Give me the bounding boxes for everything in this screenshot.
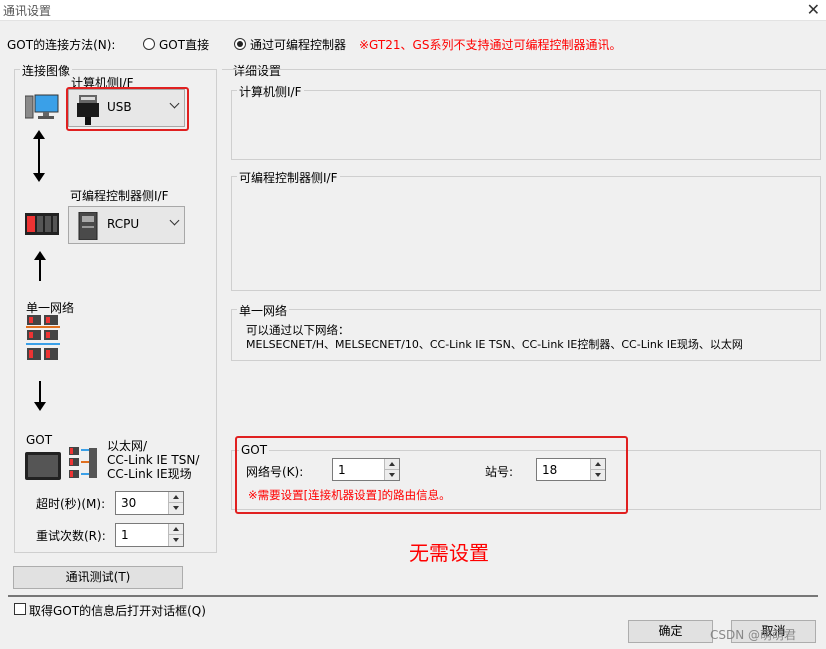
timeout-stepper[interactable]	[115, 491, 184, 515]
ethernet-network-icon	[69, 447, 97, 478]
spin-up-icon[interactable]	[169, 524, 183, 535]
detail-pc-if-box	[231, 90, 821, 160]
detail-plc-if-box	[231, 176, 821, 291]
spin-up-icon[interactable]	[169, 492, 183, 503]
radio-got-direct[interactable]	[143, 38, 155, 50]
window-title: 通讯设置	[3, 4, 52, 18]
pc-if-highlight	[66, 87, 189, 131]
open-dialog-checkbox[interactable]	[14, 603, 26, 615]
detail-plc-if-title: 可编程控制器侧I/F	[237, 169, 340, 186]
ok-button[interactable]: 确定	[628, 620, 713, 643]
rcpu-module-icon	[78, 212, 98, 240]
down-arrow-icon	[34, 381, 46, 411]
detail-title: 详细设置	[231, 62, 284, 79]
network-desc-line2: MELSECNET/H、MELSECNET/10、CC-Link IE TSN、…	[246, 338, 743, 351]
open-dialog-checkbox-label[interactable]: 取得GOT的信息后打开对话框(Q)	[29, 602, 206, 619]
plc-icon	[25, 213, 59, 235]
spin-down-icon[interactable]	[169, 503, 183, 514]
got-settings-highlight	[235, 436, 628, 514]
plc-if-value: RCPU	[107, 217, 140, 231]
timeout-label: 超时(秒)(M):	[36, 497, 106, 511]
computer-icon	[25, 94, 59, 119]
close-icon[interactable]: ✕	[807, 0, 820, 19]
got-panel-icon	[25, 452, 61, 480]
connection-label: GOT的连接方法(N):	[7, 38, 116, 52]
radio-via-plc[interactable]	[234, 38, 246, 50]
spin-down-icon[interactable]	[169, 535, 183, 546]
footer-divider	[8, 595, 818, 597]
detail-divider	[222, 69, 826, 70]
radio-via-plc-label[interactable]: 通过可编程控制器	[250, 36, 346, 53]
network-icon	[26, 315, 60, 360]
connection-image-title: 连接图像	[20, 62, 73, 79]
watermark: CSDN @萌萌君	[710, 628, 797, 642]
bidirectional-arrow-icon	[33, 130, 45, 182]
plc-if-select[interactable]: RCPU	[68, 206, 185, 244]
detail-network-title: 单一网络	[237, 302, 290, 319]
detail-pc-if-title: 计算机侧I/F	[237, 83, 304, 100]
up-arrow-icon	[34, 251, 46, 281]
chevron-down-icon	[169, 215, 180, 226]
connection-notice: ※GT21、GS系列不支持通过可编程控制器通讯。	[359, 38, 622, 52]
radio-got-direct-label[interactable]: GOT直接	[159, 36, 209, 53]
retry-stepper[interactable]	[115, 523, 184, 547]
retry-input[interactable]	[119, 527, 173, 543]
title-bar	[0, 0, 826, 21]
communication-test-button[interactable]: 通讯测试(T)	[13, 566, 183, 589]
annotation-text: 无需设置	[409, 541, 489, 565]
got-network-text: 以太网/ CC-Link IE TSN/ CC-Link IE现场	[107, 439, 200, 481]
got-label: GOT	[26, 433, 53, 447]
plc-if-label: 可编程控制器侧I/F	[70, 189, 169, 203]
retry-label: 重试次数(R):	[36, 529, 106, 543]
timeout-input[interactable]	[119, 495, 173, 511]
